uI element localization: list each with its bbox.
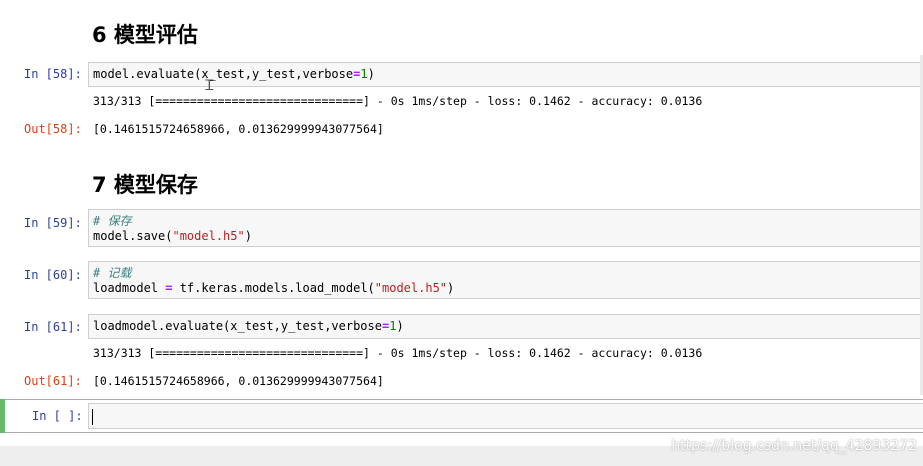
stdout-58: 313/313 [==============================]… xyxy=(93,94,703,108)
code-token: model.save( xyxy=(93,229,173,243)
in-prompt-61: In [61]: xyxy=(24,320,82,334)
code-cell-61[interactable]: loadmodel.evaluate(x_test,y_test,verbose… xyxy=(88,314,923,339)
section-heading-evaluation: 6 模型评估 xyxy=(92,23,198,47)
code-token: ) xyxy=(244,229,252,243)
code-token: # 保存 xyxy=(93,214,132,228)
code-line: model.save("model.h5") xyxy=(93,229,252,244)
code-token: # 记载 xyxy=(93,266,132,280)
in-prompt-60: In [60]: xyxy=(24,268,82,282)
code-token: tf.keras.models.load_model( xyxy=(172,281,375,295)
in-prompt-empty: In [ ]: xyxy=(32,409,83,423)
code-line: # 记载 xyxy=(93,266,131,281)
code-cell-empty[interactable] xyxy=(88,403,923,429)
watermark-text: https://blog.csdn.net/qq_42893272 xyxy=(671,438,917,454)
out-prompt-58: Out[58]: xyxy=(24,122,82,136)
code-token: 1 xyxy=(360,67,368,81)
text-cursor-icon: Ꮖ xyxy=(205,78,215,94)
code-token: loadmodel.evaluate(x_test,y_test,verbose xyxy=(93,319,382,333)
result-61: [0.1461515724658966, 0.01362999994307756… xyxy=(93,374,384,388)
code-cell-60[interactable]: # 记载 loadmodel = tf.keras.models.load_mo… xyxy=(88,261,923,299)
text-cursor xyxy=(92,409,93,425)
code-cell-59[interactable]: # 保存 model.save("model.h5") xyxy=(88,209,923,247)
code-token: "model.h5" xyxy=(374,281,448,295)
stdout-61: 313/313 [==============================]… xyxy=(93,346,703,360)
out-prompt-61: Out[61]: xyxy=(24,374,82,388)
code-token: ) xyxy=(396,319,404,333)
in-prompt-58: In [58]: xyxy=(24,67,82,81)
in-prompt-59: In [59]: xyxy=(24,216,82,230)
section-heading-save: 7 模型保存 xyxy=(92,173,198,197)
result-58: [0.1461515724658966, 0.01362999994307756… xyxy=(93,122,384,136)
code-token: "model.h5" xyxy=(172,229,245,243)
code-token: ) xyxy=(367,67,375,81)
code-token: ) xyxy=(447,281,455,295)
code-line: # 保存 xyxy=(93,214,131,229)
code-line: loadmodel.evaluate(x_test,y_test,verbose… xyxy=(93,319,404,334)
code-line: loadmodel = tf.keras.models.load_model("… xyxy=(93,281,454,296)
code-token: loadmodel xyxy=(93,281,166,295)
code-token: model.evaluate(x_test,y_test,verbose xyxy=(93,67,354,81)
code-line: model.evaluate(x_test,y_test,verbose=1) xyxy=(93,67,375,82)
